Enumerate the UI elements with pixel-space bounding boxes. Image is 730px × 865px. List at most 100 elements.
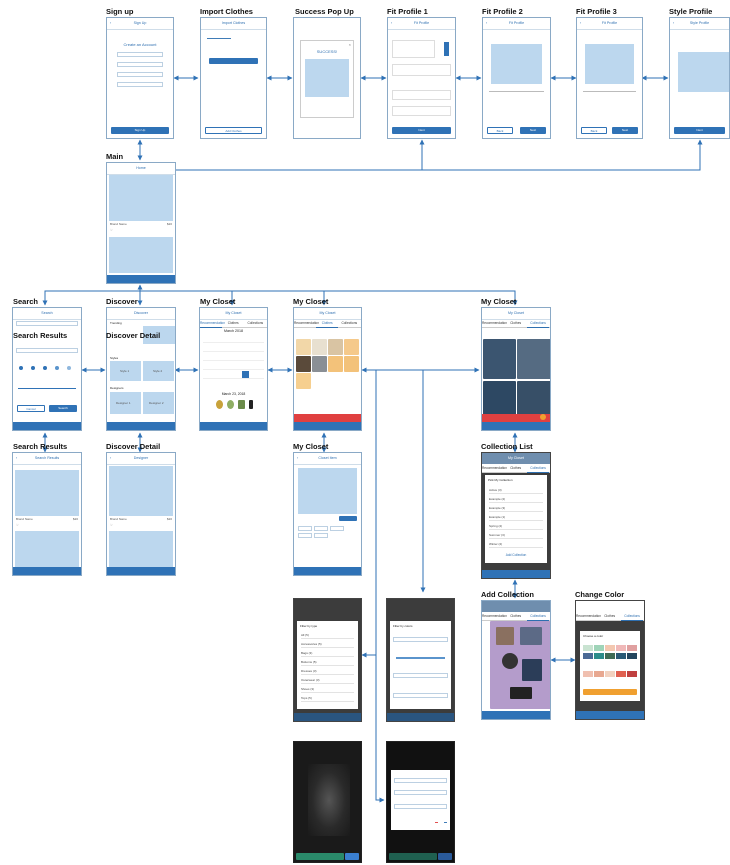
collection-row[interactable]: Winter (2) — [489, 541, 543, 548]
profile-icon[interactable]: ● — [536, 578, 550, 579]
filter-row[interactable]: Bottoms (5) — [301, 659, 354, 666]
back-icon[interactable]: ‹ — [297, 453, 298, 464]
type-select[interactable] — [16, 348, 78, 353]
discover-icon[interactable]: ✿ — [134, 283, 148, 284]
type-field[interactable] — [394, 790, 447, 795]
next-button[interactable]: Next — [612, 127, 638, 134]
height-selector[interactable] — [392, 40, 435, 58]
color-swatch[interactable] — [605, 671, 615, 677]
color-swatch[interactable] — [627, 645, 637, 651]
discover-icon[interactable]: ✿ — [40, 575, 54, 576]
collection-row[interactable]: Example (3) — [489, 505, 543, 512]
profile-icon[interactable]: ● — [348, 430, 361, 431]
discover-icon[interactable]: ✿ — [321, 575, 334, 576]
clothing-item[interactable] — [522, 659, 542, 681]
tag[interactable] — [298, 526, 312, 531]
filter-row[interactable]: Tops (5) — [301, 695, 354, 702]
color-swatch[interactable] — [594, 653, 604, 659]
home-icon[interactable]: ▣ — [482, 719, 496, 720]
closet-icon[interactable]: ▤ — [148, 283, 162, 284]
detail-image[interactable] — [109, 466, 173, 516]
discover-icon[interactable]: ✿ — [509, 430, 523, 431]
calendar-grid[interactable] — [203, 335, 264, 387]
clothing-item[interactable] — [502, 653, 518, 669]
back-icon[interactable]: ‹ — [16, 453, 17, 464]
search-icon[interactable]: ⌕ — [121, 575, 135, 576]
tab-collections[interactable]: Collections — [526, 464, 550, 473]
closet-icon[interactable]: ▤ — [334, 721, 347, 722]
name-field[interactable] — [394, 778, 447, 783]
home-icon[interactable]: ▣ — [107, 430, 121, 431]
back-icon[interactable]: ‹ — [110, 18, 111, 29]
collection-row[interactable]: Spring (2) — [489, 523, 543, 530]
closet-icon[interactable]: ▤ — [617, 719, 631, 720]
discover-icon[interactable]: ✿ — [321, 430, 334, 431]
slider-handle[interactable] — [444, 42, 449, 56]
color-swatch[interactable] — [627, 653, 637, 659]
collection-row[interactable]: Active (3) — [489, 487, 543, 494]
search-icon[interactable]: ⌕ — [496, 719, 510, 720]
confirm-password-field[interactable] — [117, 82, 163, 87]
tab-recommendation[interactable]: Recommendation — [200, 319, 225, 328]
back-button[interactable]: Back — [487, 127, 513, 134]
tab-collections[interactable]: Collections — [526, 612, 550, 621]
color-swatch[interactable] — [605, 653, 615, 659]
cancel-link[interactable]: ▬ — [435, 820, 438, 824]
profile-icon[interactable]: ● — [441, 721, 454, 722]
clothing-item[interactable] — [344, 339, 359, 355]
home-icon[interactable]: ▣ — [13, 430, 27, 431]
price-slider[interactable] — [18, 388, 76, 389]
collection-card[interactable] — [483, 339, 516, 379]
clothing-item[interactable] — [328, 339, 343, 355]
clothing-item[interactable] — [312, 339, 327, 355]
add-collection-icon[interactable] — [540, 414, 546, 420]
clothing-item[interactable] — [328, 356, 343, 372]
tab-collections[interactable]: Collections — [244, 319, 266, 327]
profile-icon[interactable]: ● — [67, 575, 81, 576]
home-icon[interactable]: ▣ — [294, 575, 307, 576]
search-icon[interactable]: ⌕ — [307, 575, 320, 576]
search-icon[interactable]: ⌕ — [496, 430, 510, 431]
closet-icon[interactable]: ▤ — [334, 575, 347, 576]
discover-icon[interactable]: ✿ — [40, 430, 54, 431]
tab-recommendation[interactable]: Recommendation — [482, 612, 507, 620]
fit-slider[interactable] — [583, 91, 636, 92]
home-icon[interactable]: ▣ — [576, 719, 590, 720]
home-icon[interactable]: ▣ — [482, 430, 496, 431]
selected-day[interactable] — [242, 371, 249, 378]
fit-slider[interactable] — [489, 91, 544, 92]
camera-button[interactable] — [345, 853, 359, 860]
close-icon[interactable]: × — [349, 42, 351, 47]
color-swatch[interactable] — [616, 671, 626, 677]
color-swatch[interactable] — [605, 645, 615, 651]
discover-icon[interactable]: ✿ — [227, 430, 240, 431]
clothing-item[interactable] — [496, 627, 514, 645]
collection-card[interactable] — [483, 381, 516, 415]
color-swatch[interactable] — [616, 653, 626, 659]
tab-clothes[interactable]: Clothes — [504, 319, 526, 327]
clothing-item[interactable] — [344, 356, 359, 372]
home-icon[interactable]: ▣ — [294, 430, 307, 431]
designer-card-2[interactable]: Designer 2 — [143, 392, 174, 414]
closet-icon[interactable]: ▤ — [523, 430, 537, 431]
clothing-item[interactable] — [510, 687, 532, 699]
search-icon[interactable]: ⌕ — [121, 430, 135, 431]
collection-card[interactable] — [517, 339, 550, 379]
tab-recommendation[interactable]: Recommendation — [576, 612, 601, 620]
tag[interactable] — [314, 526, 328, 531]
color-swatch[interactable] — [583, 645, 593, 651]
detail-image-2[interactable] — [109, 531, 173, 567]
profile-icon[interactable]: ● — [348, 721, 361, 722]
weight-field[interactable] — [392, 64, 451, 76]
back-icon[interactable]: ‹ — [580, 18, 581, 29]
profile-icon[interactable]: ● — [536, 430, 550, 431]
search-icon[interactable]: ⌕ — [27, 430, 41, 431]
password-field[interactable] — [117, 72, 163, 77]
discover-icon[interactable]: ✿ — [509, 578, 523, 579]
discover-icon[interactable]: ✿ — [509, 719, 523, 720]
home-icon[interactable]: ▣ — [107, 575, 121, 576]
closet-icon[interactable]: ▤ — [523, 719, 537, 720]
heart-icon[interactable]: ♡ — [110, 523, 113, 527]
ok-link[interactable]: ▬ — [444, 820, 447, 824]
collection-card[interactable] — [517, 381, 550, 415]
